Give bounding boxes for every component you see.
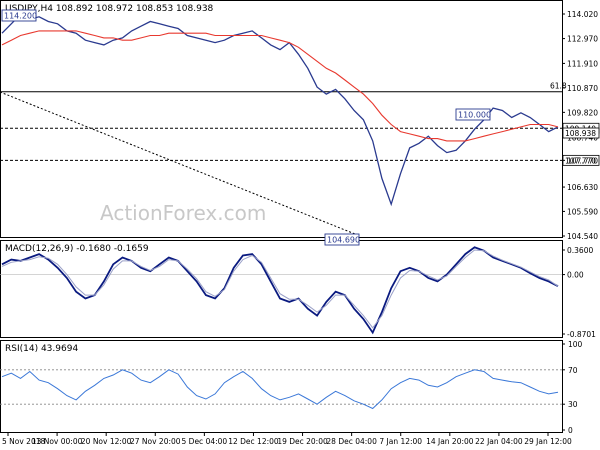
macd-tick-label: -0.8701 <box>567 330 596 339</box>
price-tick-label: 110.870 <box>567 84 598 93</box>
price-tick-label: 104.540 <box>567 232 598 241</box>
macd-tick-label: 0.3600 <box>567 246 593 255</box>
x-tick-label: 13 Nov 00:00 <box>32 437 83 446</box>
current-price-label: 108.938 <box>565 129 596 138</box>
x-tick-label: 19 Dec 20:00 <box>277 437 328 446</box>
x-tick-label: 12 Dec 12:00 <box>228 437 279 446</box>
price-tick-label: 105.590 <box>567 207 598 216</box>
rsi-tick-label: 70 <box>568 366 578 375</box>
x-tick-label: 14 Jan 20:00 <box>426 437 474 446</box>
price-tick-label: 112.970 <box>567 35 598 44</box>
price-tick-label: 114.020 <box>567 10 598 19</box>
x-tick-label: 22 Jan 04:00 <box>475 437 523 446</box>
x-tick-label: 20 Nov 12:00 <box>81 437 132 446</box>
price-tick-label: 106.630 <box>567 183 598 192</box>
price-tick-label: 107.770 <box>567 156 598 165</box>
x-tick-label: 28 Dec 04:00 <box>326 437 377 446</box>
x-tick-label: 7 Jan 12:00 <box>379 437 422 446</box>
x-tick-label: 5 Dec 04:00 <box>182 437 228 446</box>
forex-chart: ActionForex.com USDJPY,H4 108.892 108.97… <box>0 0 600 450</box>
annotation-label-0: 114.200 <box>4 12 37 21</box>
annotation-label-1: 110.000 <box>458 111 491 120</box>
x-tick-label: 29 Jan 12:00 <box>524 437 572 446</box>
watermark: ActionForex.com <box>100 201 266 225</box>
annotation-label-2: 104.690 <box>327 236 360 245</box>
rsi-tick-label: 100 <box>568 340 583 349</box>
rsi-tick-label: 0 <box>568 426 573 435</box>
price-tick-label: 111.910 <box>567 59 598 68</box>
fib-label: 61.8 <box>550 82 567 91</box>
rsi-title: RSI(14) 43.9694 <box>5 344 78 354</box>
macd-title: MACD(12,26,9) -0.1680 -0.1659 <box>5 244 149 254</box>
rsi-tick-label: 30 <box>568 400 578 409</box>
macd-tick-label: 0.00 <box>567 271 584 280</box>
price-tick-label: 109.820 <box>567 108 598 117</box>
x-tick-label: 27 Nov 20:00 <box>130 437 181 446</box>
